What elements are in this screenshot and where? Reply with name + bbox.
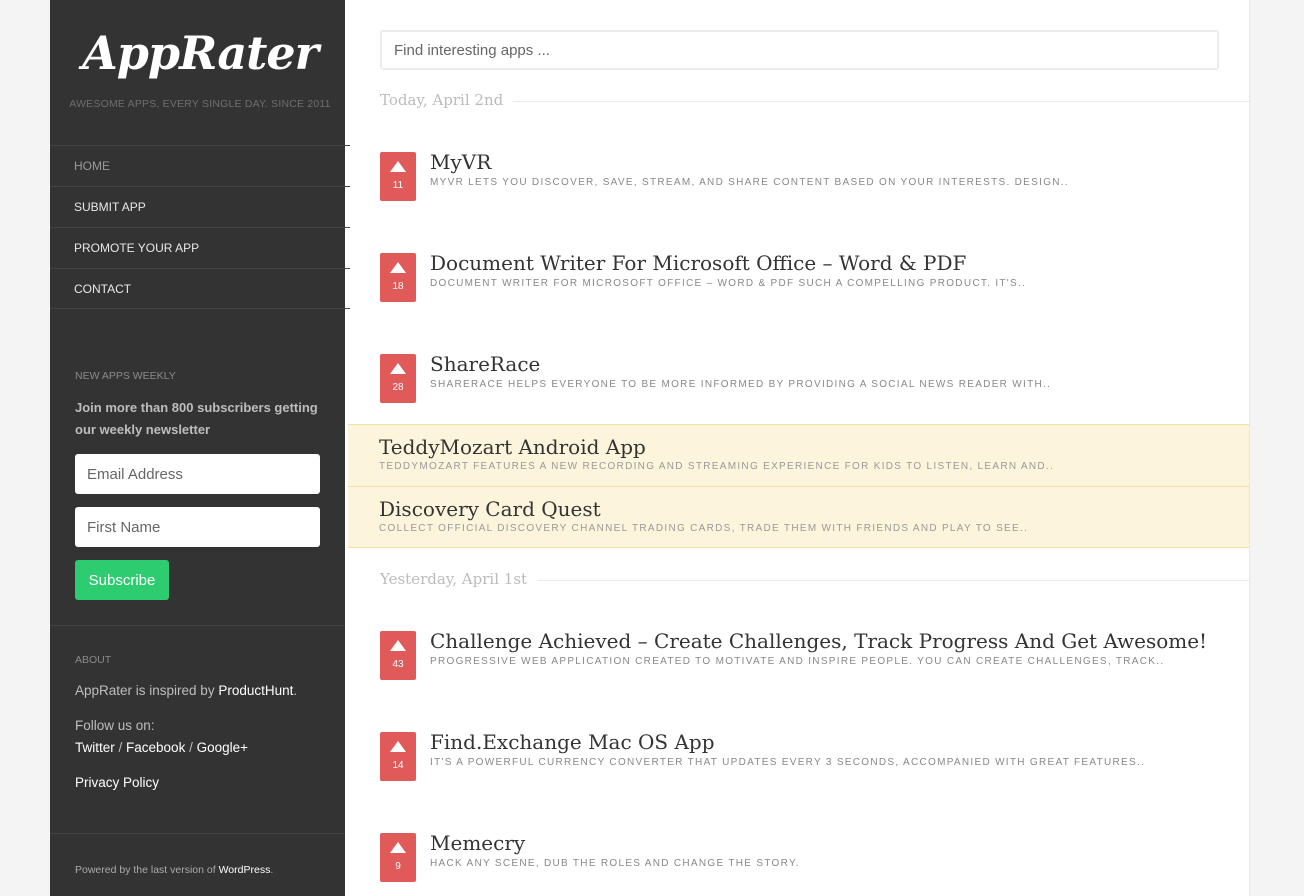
app-item: 28 ShareRace ShareRace helps everyone to… [380, 352, 1220, 404]
upvote-arrow-icon [390, 363, 406, 374]
upvote-button[interactable]: 9 [380, 833, 416, 882]
upvote-arrow-icon [390, 161, 406, 172]
nav-item-contact[interactable]: CONTACT [50, 268, 350, 309]
upvote-button[interactable]: 43 [380, 631, 416, 680]
upvote-button[interactable]: 28 [380, 354, 416, 403]
about-inspired-text: AppRater is inspired by ProductHunt. [75, 683, 297, 698]
nav-item-submit-app[interactable]: SUBMIT APP [50, 186, 350, 227]
privacy-policy-block: Privacy Policy [75, 775, 159, 790]
upvote-arrow-icon [390, 842, 406, 853]
about-inspired-prefix: AppRater is inspired by [75, 683, 219, 698]
upvote-arrow-icon [390, 262, 406, 273]
right-gutter [1249, 0, 1304, 896]
promoted-app-title[interactable]: Discovery Card Quest [379, 497, 601, 521]
footer-credit: Powered by the last version of WordPress… [75, 864, 273, 876]
social-links: Twitter / Facebook / Google+ [75, 740, 248, 755]
promoted-app-item[interactable]: TeddyMozart Android App TeddyMozart feat… [348, 424, 1249, 486]
twitter-link[interactable]: Twitter [75, 740, 115, 755]
social-separator: / [114, 740, 127, 755]
first-name-field[interactable] [75, 507, 320, 547]
sidebar-divider [50, 833, 345, 834]
nav-item-promote-your-app[interactable]: PROMOTE YOUR APP [50, 227, 350, 268]
day-label: Today, April 2nd [380, 91, 514, 109]
about-inspired-suffix: . [293, 683, 298, 698]
social-separator: / [185, 740, 197, 755]
app-title[interactable]: Memecry [430, 831, 525, 855]
promoted-app-description: TeddyMozart features a new recording and… [379, 461, 1055, 472]
upvote-arrow-icon [390, 640, 406, 651]
app-description: MyVR lets you discover, save, stream, an… [430, 177, 1069, 188]
googleplus-link[interactable]: Google+ [197, 740, 248, 755]
app-title[interactable]: Challenge Achieved – Create Challenges, … [430, 629, 1207, 653]
vote-count: 11 [392, 180, 404, 191]
site-tagline: AWESOME APPS, EVERY SINGLE DAY. SINCE 20… [69, 98, 331, 110]
newsletter-title: NEW APPS WEEKLY [75, 370, 176, 382]
sidebar-divider [50, 625, 345, 626]
app-description: It's a powerful currency converter that … [430, 757, 1146, 768]
promoted-app-description: Collect official Discovery Channel tradi… [379, 523, 1029, 534]
vote-count: 18 [392, 281, 404, 292]
about-title: ABOUT [75, 654, 112, 666]
app-item: 14 Find.Exchange Mac OS App It's a power… [380, 730, 1220, 782]
upvote-button[interactable]: 14 [380, 732, 416, 781]
app-item: 11 MyVR MyVR lets you discover, save, st… [380, 150, 1220, 202]
nav-item-home[interactable]: HOME [50, 145, 350, 186]
facebook-link[interactable]: Facebook [126, 740, 185, 755]
app-title[interactable]: MyVR [430, 150, 491, 174]
privacy-policy-link[interactable]: Privacy Policy [75, 775, 159, 790]
site-logo[interactable]: AppRater [50, 26, 350, 80]
vote-count: 43 [392, 659, 404, 670]
app-title[interactable]: ShareRace [430, 352, 540, 376]
footer-suffix: . [270, 864, 274, 876]
app-description: ShareRace helps everyone to be more info… [430, 379, 1052, 390]
vote-count: 9 [395, 861, 401, 872]
subscribe-button[interactable]: Subscribe [75, 560, 169, 600]
promoted-app-item[interactable]: Discovery Card Quest Collect official Di… [348, 486, 1249, 548]
newsletter-text: Join more than 800 subscribers getting o… [75, 400, 318, 437]
app-title[interactable]: Find.Exchange Mac OS App [430, 730, 715, 754]
vote-count: 14 [392, 760, 404, 771]
follow-label: Follow us on: [75, 718, 155, 733]
producthunt-link[interactable]: ProductHunt [218, 683, 293, 698]
day-header: Today, April 2nd [380, 91, 1249, 111]
upvote-button[interactable]: 18 [380, 253, 416, 302]
upvote-arrow-icon [390, 741, 406, 752]
footer-prefix: Powered by the last version of [75, 864, 219, 876]
upvote-button[interactable]: 11 [380, 152, 416, 201]
day-label: Yesterday, April 1st [380, 570, 538, 588]
promoted-app-title[interactable]: TeddyMozart Android App [379, 435, 646, 459]
app-description: Document Writer for Microsoft Office – W… [430, 278, 1027, 289]
email-field[interactable] [75, 454, 320, 494]
wordpress-link[interactable]: WordPress [219, 864, 271, 876]
vote-count: 28 [392, 382, 404, 393]
day-header: Yesterday, April 1st [380, 570, 1249, 590]
app-item: 43 Challenge Achieved – Create Challenge… [380, 629, 1220, 681]
app-item: 9 Memecry Hack any scene, dub the roles … [380, 831, 1220, 883]
app-item: 18 Document Writer For Microsoft Office … [380, 251, 1220, 303]
app-description: Hack any scene, dub the roles and change… [430, 858, 800, 869]
main-nav: HOME SUBMIT APP PROMOTE YOUR APP CONTACT [50, 145, 350, 309]
search-input[interactable] [380, 30, 1219, 70]
app-title[interactable]: Document Writer For Microsoft Office – W… [430, 251, 966, 275]
app-description: Progressive web application created to m… [430, 656, 1165, 667]
